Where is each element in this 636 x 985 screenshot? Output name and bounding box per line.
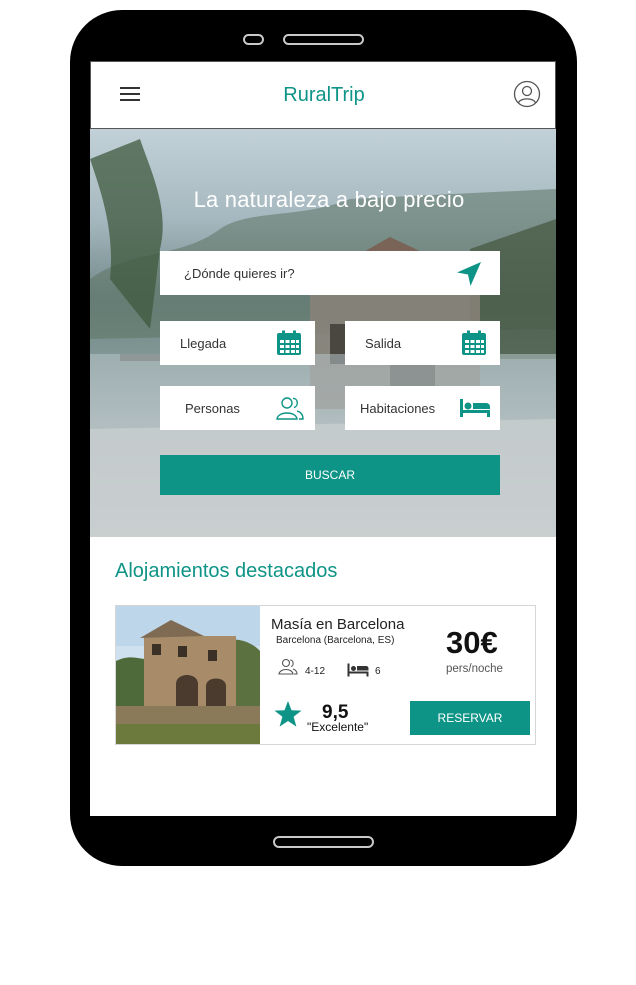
checkin-field[interactable]: Llegada	[160, 321, 315, 365]
listing-price: 30€	[446, 625, 498, 660]
destination-placeholder: ¿Dónde quieres ir?	[184, 266, 295, 281]
search-button[interactable]: BUSCAR	[160, 455, 500, 495]
calendar-icon[interactable]	[276, 330, 302, 356]
bed-icon	[347, 663, 369, 677]
camera	[243, 34, 264, 45]
app-title: RuralTrip	[283, 84, 365, 106]
home-button[interactable]	[273, 836, 374, 848]
user-icon[interactable]	[513, 80, 541, 108]
hero-banner: La naturaleza a bajo precio ¿Dónde quier…	[90, 129, 556, 537]
calendar-icon[interactable]	[461, 330, 487, 356]
listing-guests: 4-12	[305, 666, 326, 677]
speaker	[283, 34, 364, 45]
guests-label: Personas	[185, 401, 240, 416]
listing-beds: 6	[375, 666, 381, 677]
listing-price-unit: pers/noche	[446, 663, 503, 675]
checkin-label: Llegada	[180, 336, 227, 351]
listing-location: Barcelona (Barcelona, ES)	[276, 635, 395, 646]
rooms-field[interactable]: Habitaciones	[345, 386, 500, 430]
guests-field[interactable]: Personas	[160, 386, 315, 430]
location-arrow-icon[interactable]	[455, 260, 483, 288]
listing-name[interactable]: Masía en Barcelona	[271, 616, 404, 633]
bed-icon	[460, 399, 490, 417]
destination-input[interactable]: ¿Dónde quieres ir?	[160, 251, 500, 295]
listing-score-label: "Excelente"	[307, 720, 369, 734]
users-icon	[276, 397, 304, 420]
star-icon	[274, 701, 302, 727]
hero-title: La naturaleza a bajo precio	[193, 187, 465, 212]
checkout-field[interactable]: Salida	[345, 321, 500, 365]
listing-card[interactable]: Masía en Barcelona Barcelona (Barcelona,…	[115, 605, 536, 745]
featured-section-title: Alojamientos destacados	[115, 560, 338, 582]
users-icon	[278, 658, 298, 675]
listing-photo[interactable]	[116, 606, 260, 744]
rooms-label: Habitaciones	[360, 401, 436, 416]
app-screen: RuralTrip La naturaleza a bajo precio ¿D…	[90, 61, 556, 816]
checkout-label: Salida	[365, 336, 402, 351]
tablet-frame: RuralTrip La naturaleza a bajo precio ¿D…	[70, 10, 577, 866]
top-bar: RuralTrip	[90, 61, 556, 129]
reserve-button[interactable]: RESERVAR	[410, 701, 530, 735]
